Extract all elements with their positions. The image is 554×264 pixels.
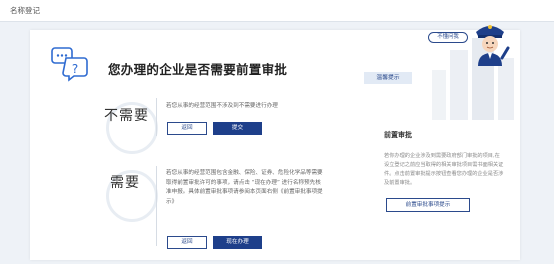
- help-speech-bubble[interactable]: 不懂问我: [428, 32, 468, 43]
- divider: [156, 98, 157, 136]
- submit-button[interactable]: 提交: [213, 122, 262, 135]
- not-needed-description: 若您从事的经营范围不涉及到不需要进行办理: [166, 103, 278, 109]
- officer-mascot-icon[interactable]: [470, 20, 510, 66]
- needed-heading: 需要: [110, 175, 140, 191]
- not-needed-heading: 不需要: [104, 108, 149, 124]
- tips-tag: 温馨提示: [364, 72, 412, 84]
- page-title: 您办理的企业是否需要前置审批: [108, 62, 288, 77]
- not-needed-back-button[interactable]: 返回: [167, 122, 207, 135]
- breadcrumb: 名称登记: [0, 0, 554, 22]
- main-panel: ? 您办理的企业是否需要前置审批 不需要 若您从事的经营范围不涉及到不需要进行办…: [30, 30, 520, 260]
- sidebar-title: 前置审批: [384, 131, 412, 139]
- needed-back-button[interactable]: 返回: [167, 236, 207, 249]
- needed-description: 若您从事的经营范围包含金融、保险、证券、危险化学品等需要取得前置审批许可的事项，…: [166, 170, 323, 205]
- handle-now-button[interactable]: 现在办理: [213, 236, 262, 249]
- divider: [156, 166, 157, 246]
- svg-text:?: ?: [72, 62, 78, 76]
- sidebar-description: 若你办理的企业涉及到需要政府部门审批的项目,在设立登记之前应当取得的相关审批项目…: [384, 153, 504, 186]
- prior-approval-tips-button[interactable]: 前置审批事项提示: [386, 198, 470, 212]
- question-chat-icon: ?: [51, 47, 88, 82]
